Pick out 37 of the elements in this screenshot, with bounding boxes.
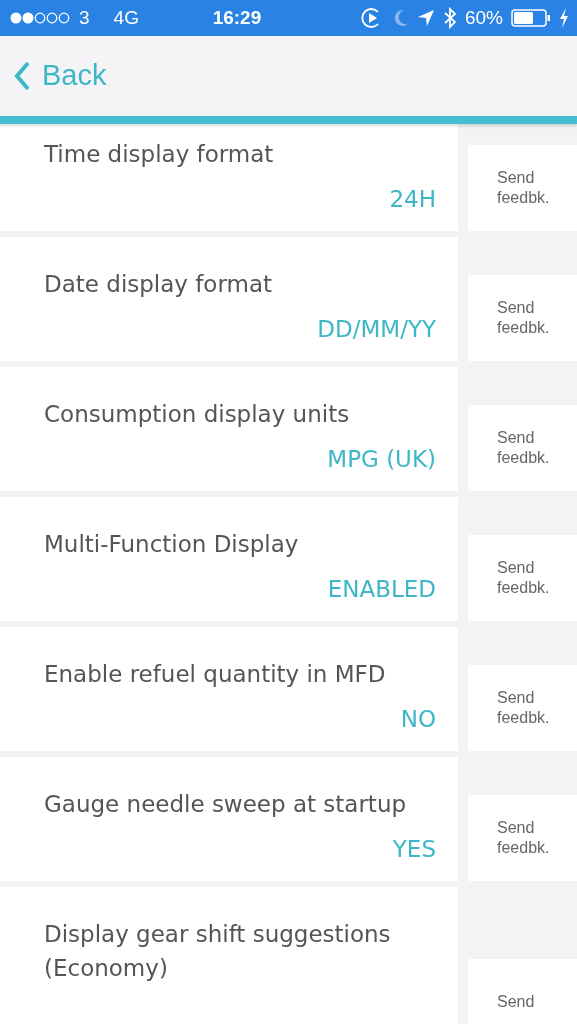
- feedback-button[interactable]: Send feedbk.: [468, 275, 577, 361]
- setting-value: NO: [399, 705, 436, 734]
- setting-title: Date display format: [44, 270, 273, 299]
- setting-title: Gauge needle sweep at startup: [44, 790, 408, 819]
- network-type: 4G: [113, 5, 139, 30]
- feedback-button[interactable]: Send feedbk.: [468, 405, 577, 491]
- setting-value: YES: [391, 835, 436, 864]
- setting-value: MPG (UK): [326, 445, 436, 474]
- battery-icon: [511, 9, 551, 27]
- setting-card[interactable]: Consumption display units MPG (UK): [0, 367, 458, 491]
- chevron-left-icon: [14, 61, 30, 91]
- carrier-name: 3: [79, 5, 90, 30]
- signal-icon: [10, 11, 71, 25]
- setting-title: Display gear shift suggestions (Economy): [44, 920, 392, 983]
- setting-title: Multi-Function Display: [44, 530, 300, 559]
- feedback-button[interactable]: Send feedbk.: [468, 795, 577, 881]
- setting-card[interactable]: Date display format DD/MM/YY: [0, 237, 458, 361]
- setting-title: Enable refuel quantity in MFD: [44, 660, 387, 689]
- setting-card[interactable]: Multi-Function Display ENABLED: [0, 497, 458, 621]
- setting-value: 24H: [388, 185, 436, 214]
- feedback-button[interactable]: Send feedbk.: [468, 145, 577, 231]
- setting-value: DD/MM/YY: [316, 315, 436, 344]
- setting-card[interactable]: Display gear shift suggestions (Economy): [0, 887, 458, 1024]
- location-arrow-icon: [416, 9, 435, 27]
- battery-percent: 60%: [464, 5, 503, 30]
- setting-title: Consumption display units: [44, 400, 351, 429]
- feedback-button[interactable]: Send feedbk.: [468, 535, 577, 621]
- setting-title: Time display format: [44, 140, 275, 169]
- feedback-button[interactable]: Send: [468, 959, 577, 1024]
- setting-card[interactable]: Enable refuel quantity in MFD NO: [0, 627, 458, 751]
- bluetooth-icon: [442, 7, 457, 29]
- setting-card[interactable]: Time display format 24H: [0, 124, 458, 231]
- setting-value: ENABLED: [326, 575, 436, 604]
- setting-card[interactable]: Gauge needle sweep at startup YES: [0, 757, 458, 881]
- feedback-button[interactable]: Send feedbk.: [468, 665, 577, 751]
- status-time: 16:29: [212, 5, 262, 30]
- charging-bolt-icon: [559, 8, 569, 28]
